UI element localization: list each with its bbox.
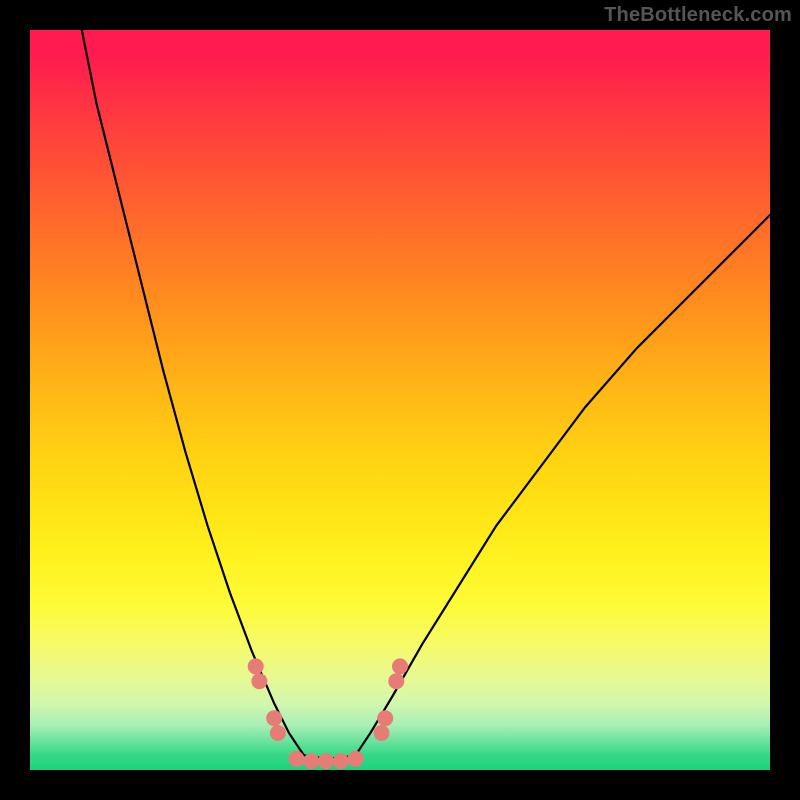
valley-bead — [333, 753, 349, 769]
right-bead — [392, 658, 408, 674]
chart-svg — [30, 30, 770, 770]
right-bead — [374, 725, 390, 741]
canvas-frame: TheBottleneck.com — [0, 0, 800, 800]
left-curve — [82, 30, 304, 755]
right-bead — [377, 710, 393, 726]
left-bead — [251, 673, 267, 689]
left-bead — [248, 658, 264, 674]
right-bead — [388, 673, 404, 689]
valley-bead — [318, 753, 334, 769]
left-bead — [270, 725, 286, 741]
valley-bead — [348, 751, 364, 767]
plot-area — [30, 30, 770, 770]
attribution-label: TheBottleneck.com — [604, 4, 792, 27]
valley-bead — [288, 751, 304, 767]
left-bead — [266, 710, 282, 726]
right-curve — [356, 215, 770, 755]
valley-bead — [303, 753, 319, 769]
